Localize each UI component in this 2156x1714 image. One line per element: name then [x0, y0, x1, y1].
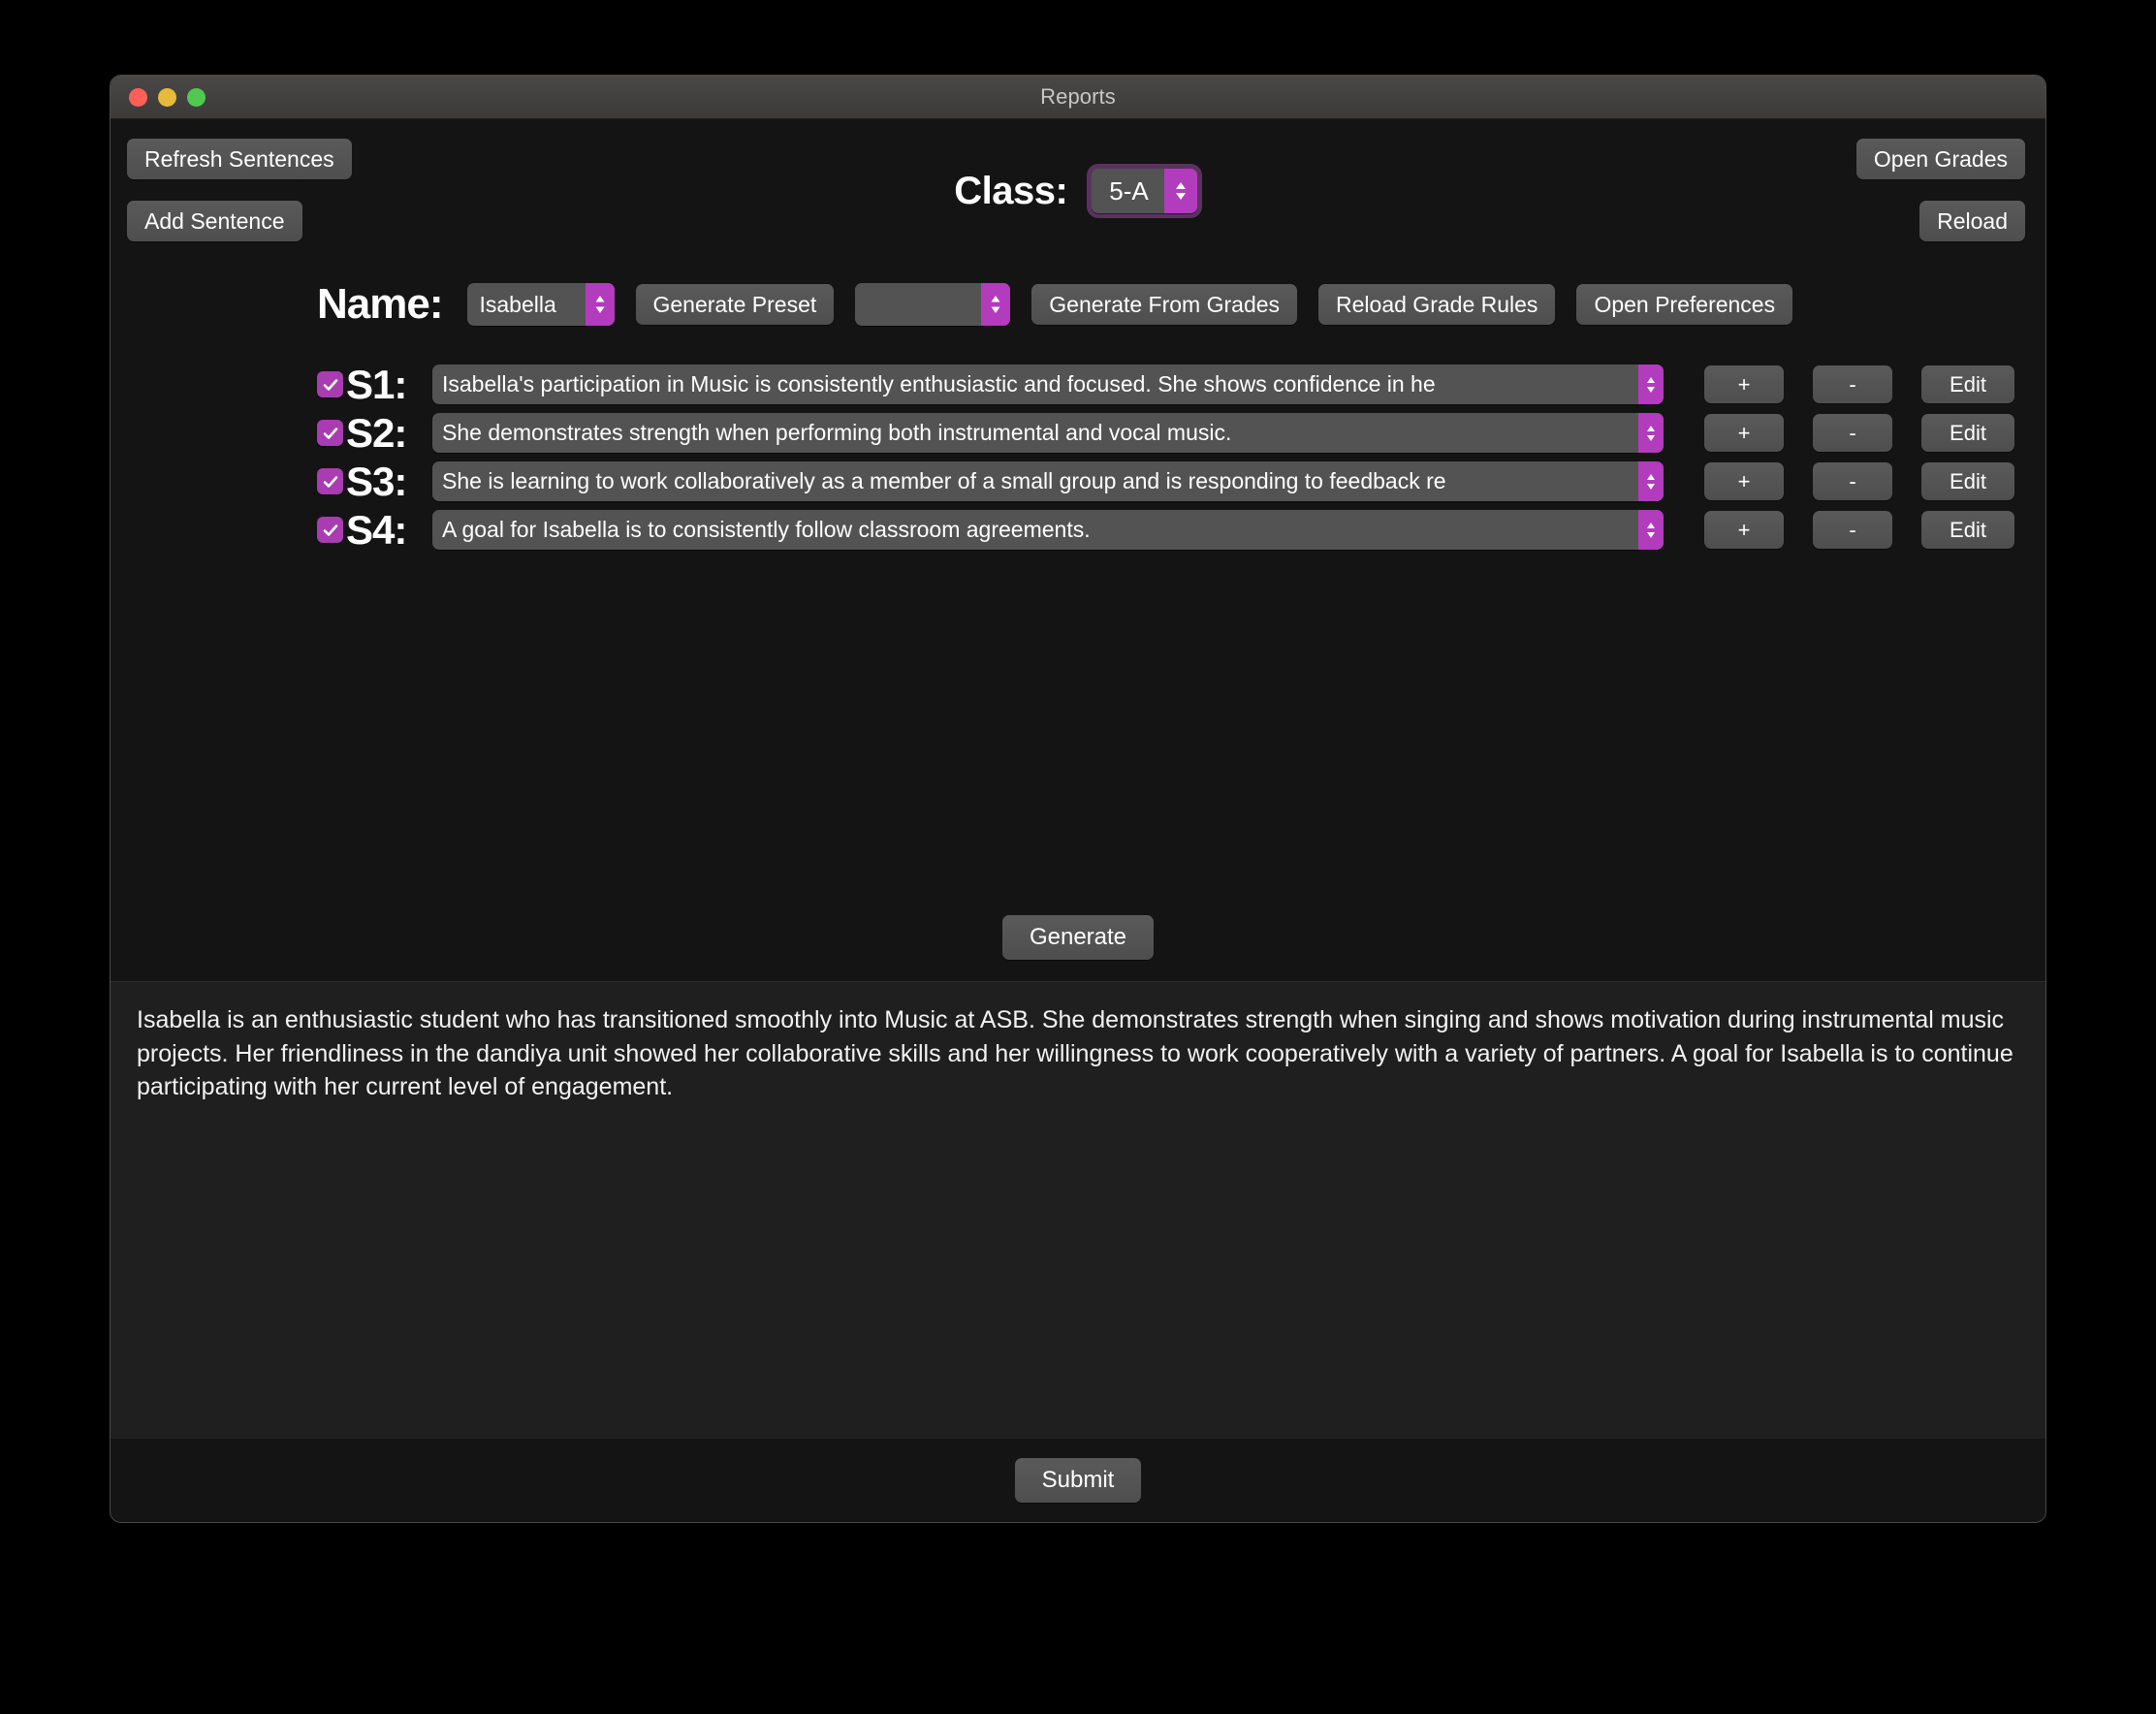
sentence-row-actions: + - Edit: [1704, 365, 2014, 404]
remove-sentence-row-button[interactable]: -: [1813, 365, 1892, 404]
edit-sentence-button[interactable]: Edit: [1921, 461, 2014, 501]
class-label: Class:: [954, 169, 1068, 212]
sentence-select[interactable]: Isabella's participation in Music is con…: [432, 365, 1664, 404]
generate-from-grades-button[interactable]: Generate From Grades: [1031, 283, 1298, 326]
class-select-value: 5-A: [1109, 175, 1149, 206]
chevron-up-down-icon[interactable]: [1638, 461, 1664, 501]
report-output-text: Isabella is an enthusiastic student who …: [137, 1006, 2020, 1100]
edit-sentence-button[interactable]: Edit: [1921, 510, 2014, 550]
submit-bar: Submit: [111, 1439, 2045, 1522]
sentence-text: Isabella's participation in Music is con…: [442, 371, 1436, 397]
sentence-row-actions: + - Edit: [1704, 510, 2014, 550]
sentence-text: She demonstrates strength when performin…: [442, 420, 1232, 445]
remove-sentence-row-button[interactable]: -: [1813, 510, 1892, 550]
add-sentence-button[interactable]: Add Sentence: [127, 201, 302, 242]
preset-select-value: [855, 283, 981, 326]
sentence-checkbox[interactable]: [317, 517, 343, 543]
submit-button[interactable]: Submit: [1014, 1458, 1142, 1503]
sentence-checkbox[interactable]: [317, 420, 343, 446]
refresh-sentences-button[interactable]: Refresh Sentences: [127, 139, 352, 180]
sentence-row: S1: Isabella's participation in Music is…: [111, 361, 2045, 407]
add-sentence-row-button[interactable]: +: [1704, 461, 1784, 501]
edit-sentence-button[interactable]: Edit: [1921, 413, 2014, 453]
reload-button[interactable]: Reload: [1919, 201, 2025, 242]
minimize-window-button[interactable]: [158, 87, 176, 107]
class-selector-group: Class: 5-A: [111, 164, 2045, 218]
chevron-up-down-icon[interactable]: [1638, 413, 1664, 453]
traffic-light-group: [129, 87, 206, 107]
report-output-panel[interactable]: Isabella is an enthusiastic student who …: [111, 981, 2045, 1439]
window-title: Reports: [1040, 84, 1116, 109]
sentence-select[interactable]: She is learning to work collaboratively …: [432, 461, 1664, 501]
preset-select[interactable]: [855, 283, 1011, 326]
reload-grade-rules-button[interactable]: Reload Grade Rules: [1318, 283, 1556, 326]
student-name-value: Isabella: [479, 291, 556, 317]
add-sentence-row-button[interactable]: +: [1704, 365, 1784, 404]
sentence-checkbox[interactable]: [317, 468, 343, 494]
sentence-select[interactable]: She demonstrates strength when performin…: [432, 413, 1664, 453]
sentence-index-label: S4:: [346, 506, 407, 553]
remove-sentence-row-button[interactable]: -: [1813, 461, 1892, 501]
sentence-list: S1: Isabella's participation in Music is…: [111, 342, 2045, 553]
sentence-text: A goal for Isabella is to consistently f…: [442, 517, 1091, 542]
name-label: Name:: [317, 280, 443, 328]
edit-sentence-button[interactable]: Edit: [1921, 365, 2014, 404]
chevron-up-down-icon[interactable]: [981, 283, 1011, 326]
open-preferences-button[interactable]: Open Preferences: [1576, 283, 1793, 326]
name-row: Name: Isabella Generate Preset Generate …: [111, 267, 2045, 342]
sentence-text: She is learning to work collaboratively …: [442, 468, 1446, 493]
sentence-index-label: S2:: [346, 409, 407, 456]
close-window-button[interactable]: [129, 87, 147, 107]
reports-window: Reports Refresh Sentences Add Sentence O…: [110, 75, 2046, 1523]
remove-sentence-row-button[interactable]: -: [1813, 413, 1892, 453]
chevron-up-down-icon[interactable]: [1638, 510, 1664, 550]
class-select-focus-ring: 5-A: [1087, 164, 1202, 218]
chevron-up-down-icon[interactable]: [585, 283, 615, 326]
sentence-select[interactable]: A goal for Isabella is to consistently f…: [432, 510, 1664, 550]
chevron-up-down-icon[interactable]: [1638, 365, 1664, 404]
add-sentence-row-button[interactable]: +: [1704, 413, 1784, 453]
student-name-select[interactable]: Isabella: [466, 283, 615, 326]
sentence-row-actions: + - Edit: [1704, 413, 2014, 453]
sentence-row: S2: She demonstrates strength when perfo…: [111, 409, 2045, 456]
sentence-row-actions: + - Edit: [1704, 461, 2014, 501]
top-toolbar: Refresh Sentences Add Sentence Open Grad…: [111, 119, 2045, 267]
class-select[interactable]: 5-A: [1092, 169, 1197, 213]
add-sentence-row-button[interactable]: +: [1704, 510, 1784, 550]
sentence-index-label: S1:: [346, 361, 407, 407]
sentence-checkbox[interactable]: [317, 371, 343, 397]
window-titlebar: Reports: [111, 76, 2045, 119]
sentence-index-label: S3:: [346, 458, 407, 504]
sentence-row: S3: She is learning to work collaborativ…: [111, 458, 2045, 504]
open-grades-button[interactable]: Open Grades: [1855, 139, 2025, 180]
generate-preset-button[interactable]: Generate Preset: [635, 283, 835, 326]
generate-button[interactable]: Generate: [1001, 915, 1155, 960]
sentence-row: S4: A goal for Isabella is to consistent…: [111, 506, 2045, 553]
maximize-window-button[interactable]: [187, 87, 206, 107]
chevron-up-down-icon[interactable]: [1163, 169, 1197, 213]
generate-bar: Generate: [111, 915, 2045, 981]
